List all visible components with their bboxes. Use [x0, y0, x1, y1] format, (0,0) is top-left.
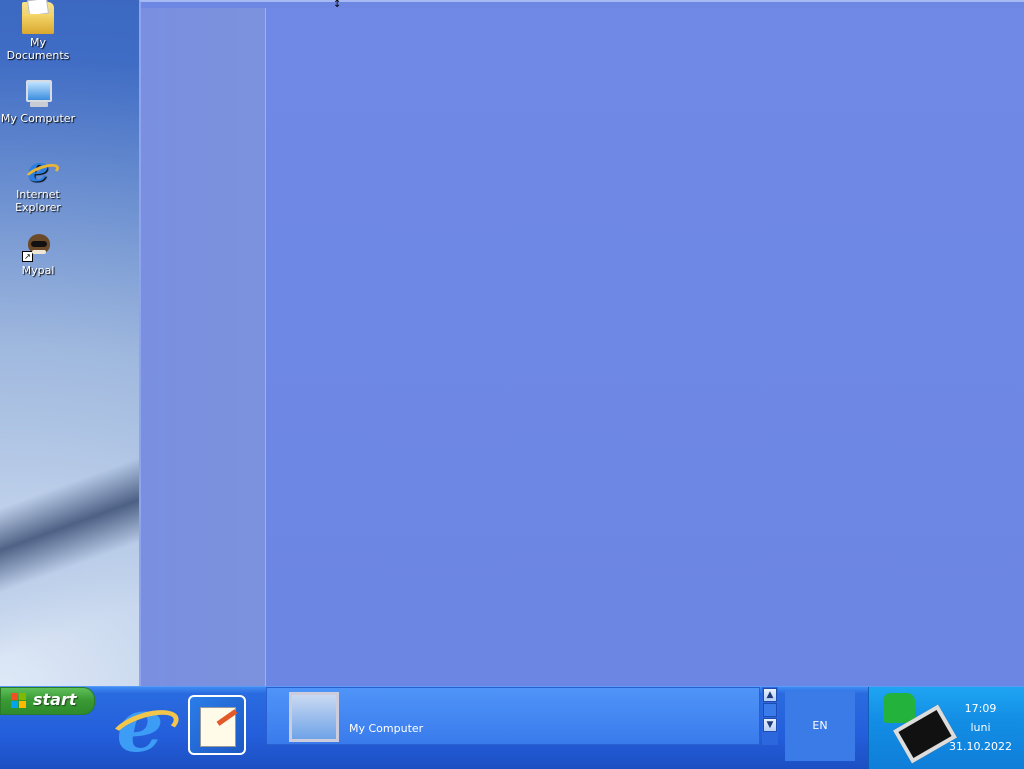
- desktop-icon-label: Mypal: [21, 264, 55, 277]
- desktop-icon-label: Internet Explorer: [15, 188, 61, 214]
- start-label: start: [33, 690, 77, 709]
- scroll-up-button[interactable]: ▲: [763, 688, 777, 702]
- windows-flag-icon: [11, 693, 27, 709]
- desktop-icon-my-computer[interactable]: My Computer: [0, 78, 76, 125]
- scroll-down-button[interactable]: ▼: [763, 718, 777, 732]
- clock-date: 31.10.2022: [949, 740, 1012, 753]
- task-button-label: My Computer: [349, 722, 424, 735]
- desktop-icon-mypal[interactable]: ↗ Mypal: [0, 230, 76, 277]
- desktop-icon-my-documents[interactable]: My Documents: [0, 2, 76, 62]
- clock-day: luni: [970, 721, 991, 734]
- clock[interactable]: 17:09 luni 31.10.2022: [949, 699, 1012, 756]
- quicklaunch-notepad-icon[interactable]: [188, 695, 246, 755]
- system-tray: 17:09 luni 31.10.2022: [868, 687, 1024, 769]
- desktop-icon-label: My Documents: [6, 36, 70, 62]
- computer-icon: [22, 78, 54, 110]
- taskbar: start e My Computer ▲ ▼ EN 17:09 luni 31…: [0, 686, 1024, 769]
- task-band-scrollbar[interactable]: ▲ ▼: [762, 687, 778, 745]
- task-button-my-computer[interactable]: My Computer: [269, 690, 757, 742]
- language-indicator[interactable]: EN: [785, 691, 855, 761]
- window-left-pane: [141, 8, 266, 686]
- tray-network-icon[interactable]: [881, 693, 949, 763]
- desktop-icon-internet-explorer[interactable]: e Internet Explorer: [0, 153, 76, 214]
- scroll-thumb[interactable]: [763, 703, 777, 717]
- shortcut-arrow-icon: ↗: [22, 251, 33, 262]
- mypal-icon: ↗: [22, 230, 54, 262]
- app-window[interactable]: [139, 0, 1024, 686]
- task-band: My Computer: [266, 687, 760, 745]
- start-button[interactable]: start: [0, 687, 95, 715]
- folder-documents-icon: [22, 2, 54, 34]
- desktop-icon-label: My Computer: [0, 112, 76, 125]
- clock-time: 17:09: [964, 702, 997, 715]
- computer-icon: [289, 692, 339, 742]
- window-content-area[interactable]: [266, 8, 1024, 686]
- internet-explorer-icon: e: [22, 153, 54, 187]
- quicklaunch-internet-explorer-icon[interactable]: e: [108, 689, 172, 763]
- mouse-cursor-icon: ↕: [333, 0, 342, 10]
